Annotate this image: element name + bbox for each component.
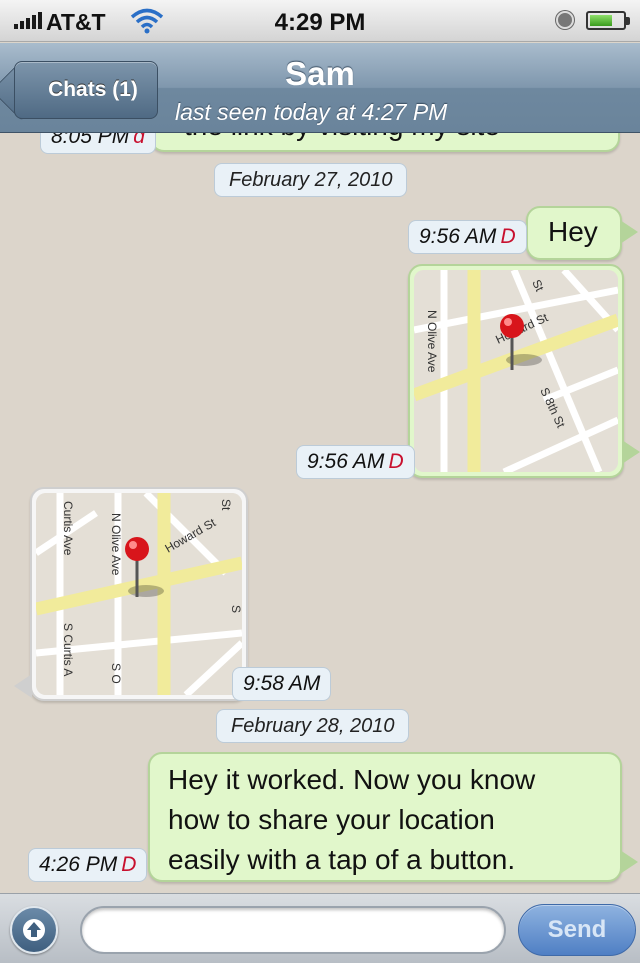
delivery-status: D — [500, 225, 516, 248]
street-label: S O — [109, 663, 123, 684]
timestamp-text: 4:26 PM — [39, 853, 118, 876]
message-input[interactable] — [80, 906, 506, 954]
message-text-line-1: Hey it worked. Now you know — [168, 764, 536, 795]
street-label: N Olive Ave — [425, 310, 439, 373]
delivery-status: D — [388, 450, 404, 473]
chat-thread[interactable]: the link by visiting my site 8:05 PM d F… — [0, 0, 640, 963]
message-timestamp-map-outgoing: 9:56 AM D — [296, 445, 415, 479]
timestamp-text: 9:56 AM — [307, 450, 385, 473]
message-text-line-2: how to share your location — [168, 804, 495, 835]
timestamp-text: 9:56 AM — [419, 225, 497, 248]
message-timestamp-map-incoming: 9:58 AM — [232, 667, 332, 701]
contact-name: Sam — [285, 55, 355, 92]
street-label: S Curtis A — [61, 623, 75, 676]
message-text-hey: Hey — [548, 216, 598, 247]
timestamp-text: 9:58 AM — [243, 672, 321, 695]
message-input-bar: Send — [0, 893, 640, 963]
location-map-outgoing[interactable]: N Olive Ave Howard St S 8th St St — [414, 270, 618, 472]
navigation-bar: Chats (1) Sam last seen today at 4:27 PM — [0, 43, 640, 133]
street-label: N Olive Ave — [109, 513, 123, 576]
message-text-line-3: easily with a tap of a button. — [168, 844, 516, 875]
bubble-tail — [620, 220, 638, 244]
date-separator: February 27, 2010 — [214, 163, 408, 197]
bubble-tail — [620, 850, 638, 874]
street-label: S — [229, 605, 242, 613]
attach-button[interactable] — [10, 906, 58, 954]
date-separator: February 28, 2010 — [216, 709, 410, 743]
last-seen-status: last seen today at 4:27 PM — [175, 99, 448, 125]
upload-arrow-icon — [23, 919, 45, 941]
send-button[interactable]: Send — [518, 904, 636, 956]
delivery-status: D — [121, 853, 137, 876]
street-label: St — [219, 499, 233, 511]
location-map-incoming[interactable]: Curtis Ave N Olive Ave Howard St S Curti… — [36, 493, 242, 695]
bubble-tail — [14, 674, 32, 698]
bubble-tail — [622, 440, 640, 464]
street-label: Curtis Ave — [61, 501, 75, 556]
message-timestamp-hey: 9:56 AM D — [408, 220, 527, 254]
message-timestamp-worked: 4:26 PM D — [28, 848, 148, 882]
